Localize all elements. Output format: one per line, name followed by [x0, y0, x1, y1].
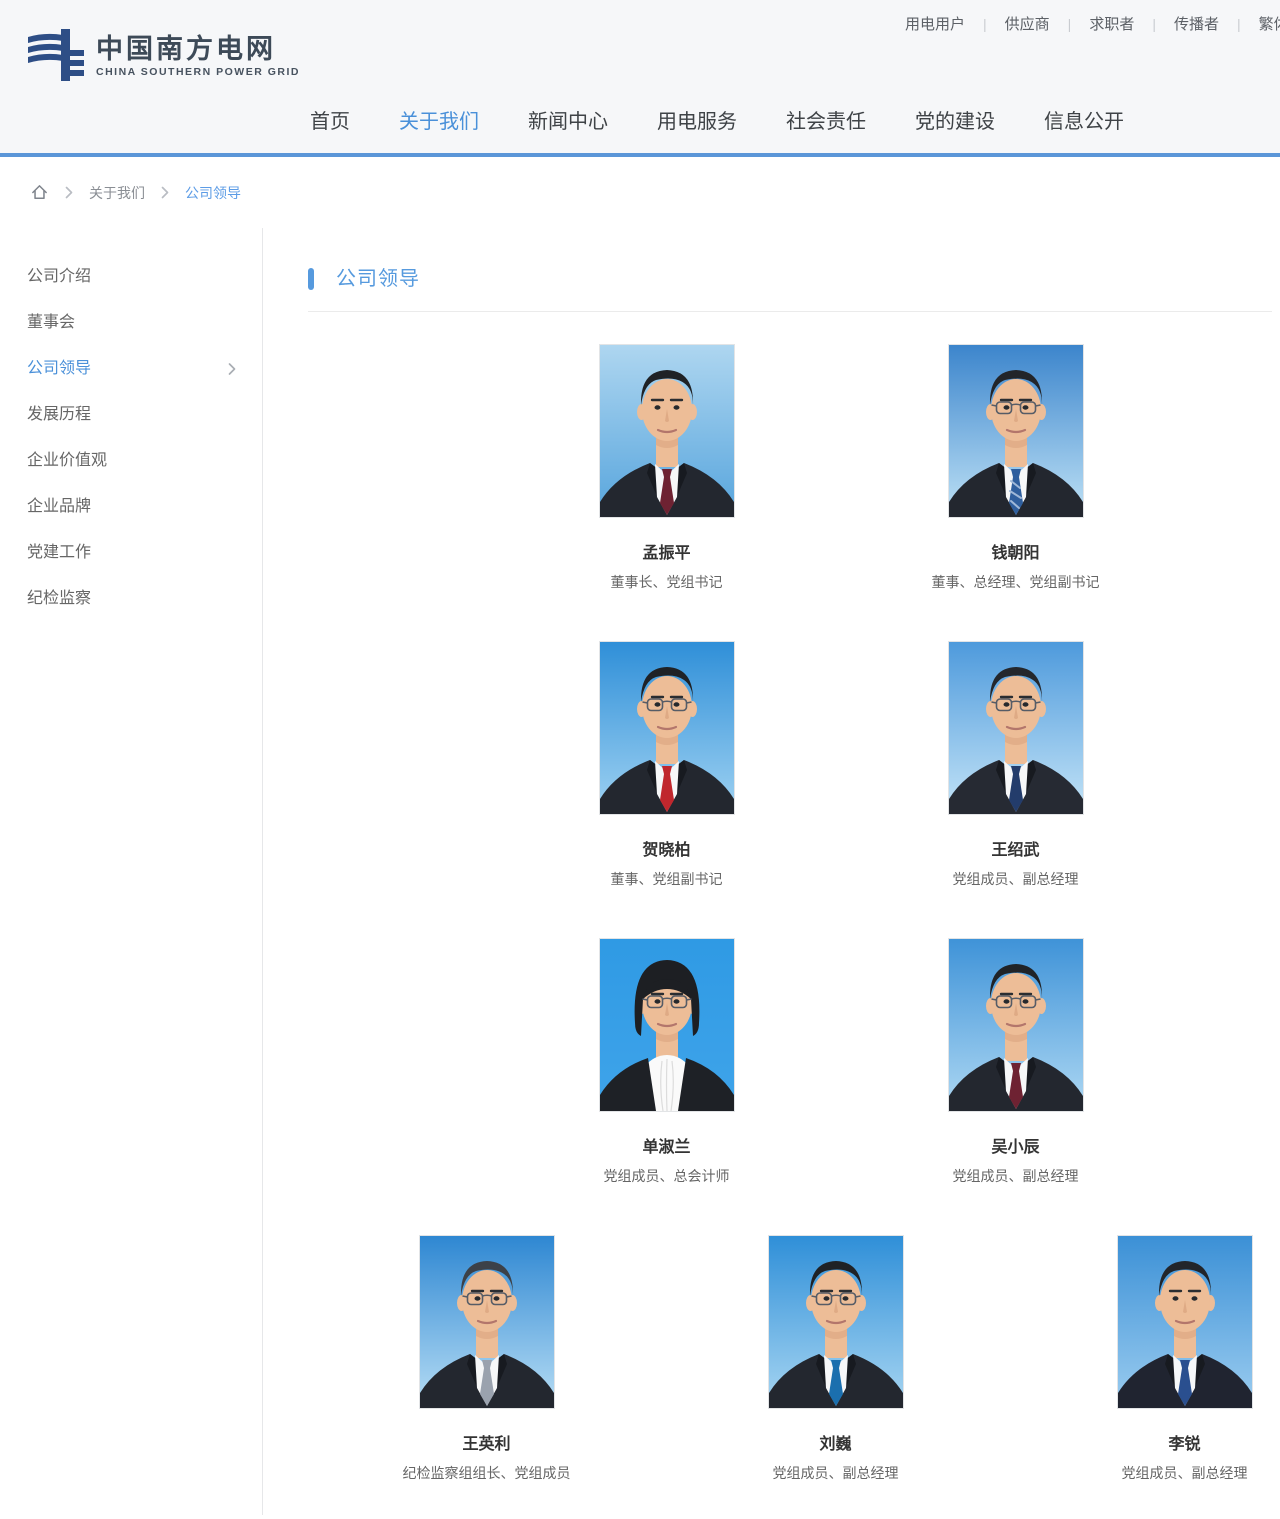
leader-photo: [768, 1235, 904, 1409]
breadcrumb-chevron-icon: [161, 186, 169, 199]
sidebar-item-company-intro[interactable]: 公司介绍: [0, 254, 262, 300]
leader-title: 董事、党组副书记: [492, 870, 841, 889]
leader-title: 党组成员、副总经理: [841, 870, 1190, 889]
company-logo[interactable]: 中国南方电网 CHINA SOUTHERN POWER GRID: [27, 28, 300, 82]
sidebar-item-development-history[interactable]: 发展历程: [0, 392, 262, 438]
sidebar-item-label: 董事会: [27, 314, 75, 331]
leader-name: 贺晓柏: [492, 841, 841, 861]
leader-name: 吴小辰: [841, 1138, 1190, 1158]
section-divider: [308, 311, 1272, 312]
leader-title: 董事、总经理、党组副书记: [841, 573, 1190, 592]
topbar-separator: |: [1237, 16, 1241, 32]
sidebar-item-label: 党建工作: [27, 544, 91, 561]
leader-name: 钱朝阳: [841, 544, 1190, 564]
leader-photo: [599, 641, 735, 815]
leader-photo: [599, 938, 735, 1112]
topbar-link-power-user[interactable]: 用电用户: [905, 16, 965, 33]
nav-item-social-responsibility[interactable]: 社会责任: [786, 109, 866, 135]
content-area: 公司介绍董事会公司领导发展历程企业价值观企业品牌党建工作纪检监察 公司领导 孟振…: [0, 228, 1280, 1515]
leader-card: 刘巍党组成员、副总经理: [661, 1235, 1010, 1483]
leader-title: 党组成员、副总经理: [841, 1167, 1190, 1186]
topbar-separator: |: [1068, 16, 1072, 32]
leader-photo: [419, 1235, 555, 1409]
logo-text: 中国南方电网 CHINA SOUTHERN POWER GRID: [96, 33, 300, 78]
logo-title: 中国南方电网: [96, 33, 300, 65]
title-accent-bar: [308, 268, 314, 290]
leader-photo: [599, 344, 735, 518]
sidebar-item-label: 公司介绍: [27, 268, 91, 285]
leader-card: 孟振平董事长、党组书记: [492, 344, 841, 592]
topbar-link-media[interactable]: 传播者: [1174, 16, 1219, 33]
topbar-link-supplier[interactable]: 供应商: [1005, 16, 1050, 33]
nav-item-news[interactable]: 新闻中心: [528, 109, 608, 135]
home-icon[interactable]: [30, 183, 49, 202]
leader-title: 党组成员、副总经理: [661, 1464, 1010, 1483]
sidebar-item-corporate-brand[interactable]: 企业品牌: [0, 484, 262, 530]
leader-photo: [1117, 1235, 1253, 1409]
topbar-link-job-seeker[interactable]: 求职者: [1089, 16, 1134, 33]
leader-title: 党组成员、副总经理: [1010, 1464, 1280, 1483]
header: 用电用户 | 供应商 | 求职者 | 传播者 | 繁体 中国南方电网 CHINA SOUTHER…: [0, 0, 1280, 157]
leader-card: 王英利纪检监察组组长、党组成员: [312, 1235, 661, 1483]
sidebar-item-company-leaders[interactable]: 公司领导: [0, 346, 262, 392]
leader-photo: [948, 344, 1084, 518]
leader-card: 王绍武党组成员、副总经理: [841, 641, 1190, 889]
topbar-links: 用电用户 | 供应商 | 求职者 | 传播者 | 繁体: [905, 13, 1280, 34]
leader-name: 王绍武: [841, 841, 1190, 861]
breadcrumb-chevron-icon: [65, 186, 73, 199]
leader-name: 单淑兰: [492, 1138, 841, 1158]
sidebar-item-label: 公司领导: [27, 360, 91, 377]
leader-card: 钱朝阳董事、总经理、党组副书记: [841, 344, 1190, 592]
main-panel: 公司领导 孟振平董事长、党组书记钱朝阳董事、总经理、党组副书记贺晓柏董事、党组副…: [308, 228, 1280, 1483]
sidebar-item-label: 发展历程: [27, 406, 91, 423]
leader-card: 李锐党组成员、副总经理: [1010, 1235, 1280, 1483]
topbar-link-traditional-chinese[interactable]: 繁体: [1259, 16, 1280, 33]
leader-title: 董事长、党组书记: [492, 573, 841, 592]
topbar-separator: |: [983, 16, 987, 32]
leader-name: 李锐: [1010, 1435, 1280, 1455]
breadcrumb-item-about[interactable]: 关于我们: [89, 183, 145, 203]
nav-item-party-building[interactable]: 党的建设: [915, 109, 995, 135]
nav-item-power-service[interactable]: 用电服务: [657, 109, 737, 135]
logo-mark-icon: [27, 28, 85, 82]
leader-name: 王英利: [312, 1435, 661, 1455]
leader-name: 孟振平: [492, 544, 841, 564]
sidebar-item-board-of-directors[interactable]: 董事会: [0, 300, 262, 346]
leader-row: 王英利纪检监察组组长、党组成员刘巍党组成员、副总经理李锐党组成员、副总经理: [312, 1235, 1280, 1483]
leader-photo: [948, 938, 1084, 1112]
sidebar: 公司介绍董事会公司领导发展历程企业价值观企业品牌党建工作纪检监察: [0, 228, 263, 1515]
chevron-right-icon: [228, 363, 236, 376]
leader-card: 吴小辰党组成员、副总经理: [841, 938, 1190, 1186]
logo-subtitle: CHINA SOUTHERN POWER GRID: [96, 66, 300, 78]
leader-row: 贺晓柏董事、党组副书记王绍武党组成员、副总经理: [492, 641, 1280, 889]
leader-card: 贺晓柏董事、党组副书记: [492, 641, 841, 889]
breadcrumb: 关于我们 公司领导: [0, 157, 1280, 228]
leader-photo: [948, 641, 1084, 815]
sidebar-item-party-building-work[interactable]: 党建工作: [0, 530, 262, 576]
sidebar-item-corporate-values[interactable]: 企业价值观: [0, 438, 262, 484]
topbar-separator: |: [1152, 16, 1156, 32]
leader-name: 刘巍: [661, 1435, 1010, 1455]
sidebar-item-label: 企业价值观: [27, 452, 107, 469]
leader-title: 党组成员、总会计师: [492, 1167, 841, 1186]
leader-title: 纪检监察组组长、党组成员: [312, 1464, 661, 1483]
sidebar-item-discipline-inspection[interactable]: 纪检监察: [0, 576, 262, 622]
page-title: 公司领导: [336, 266, 420, 292]
leader-row: 孟振平董事长、党组书记钱朝阳董事、总经理、党组副书记: [492, 344, 1280, 592]
leader-row: 单淑兰党组成员、总会计师吴小辰党组成员、副总经理: [492, 938, 1280, 1186]
sidebar-item-label: 纪检监察: [27, 590, 91, 607]
nav-item-info-disclosure[interactable]: 信息公开: [1044, 109, 1124, 135]
page-title-row: 公司领导: [308, 266, 1280, 292]
leaders-grid: 孟振平董事长、党组书记钱朝阳董事、总经理、党组副书记贺晓柏董事、党组副书记王绍武…: [308, 344, 1280, 1483]
nav-item-about[interactable]: 关于我们: [399, 109, 479, 135]
leader-card: 单淑兰党组成员、总会计师: [492, 938, 841, 1186]
sidebar-item-label: 企业品牌: [27, 498, 91, 515]
nav-item-home[interactable]: 首页: [310, 109, 350, 135]
breadcrumb-item-company-leaders: 公司领导: [185, 183, 241, 203]
main-nav: 首页 关于我们 新闻中心 用电服务 社会责任 党的建设 信息公开: [310, 109, 1124, 135]
